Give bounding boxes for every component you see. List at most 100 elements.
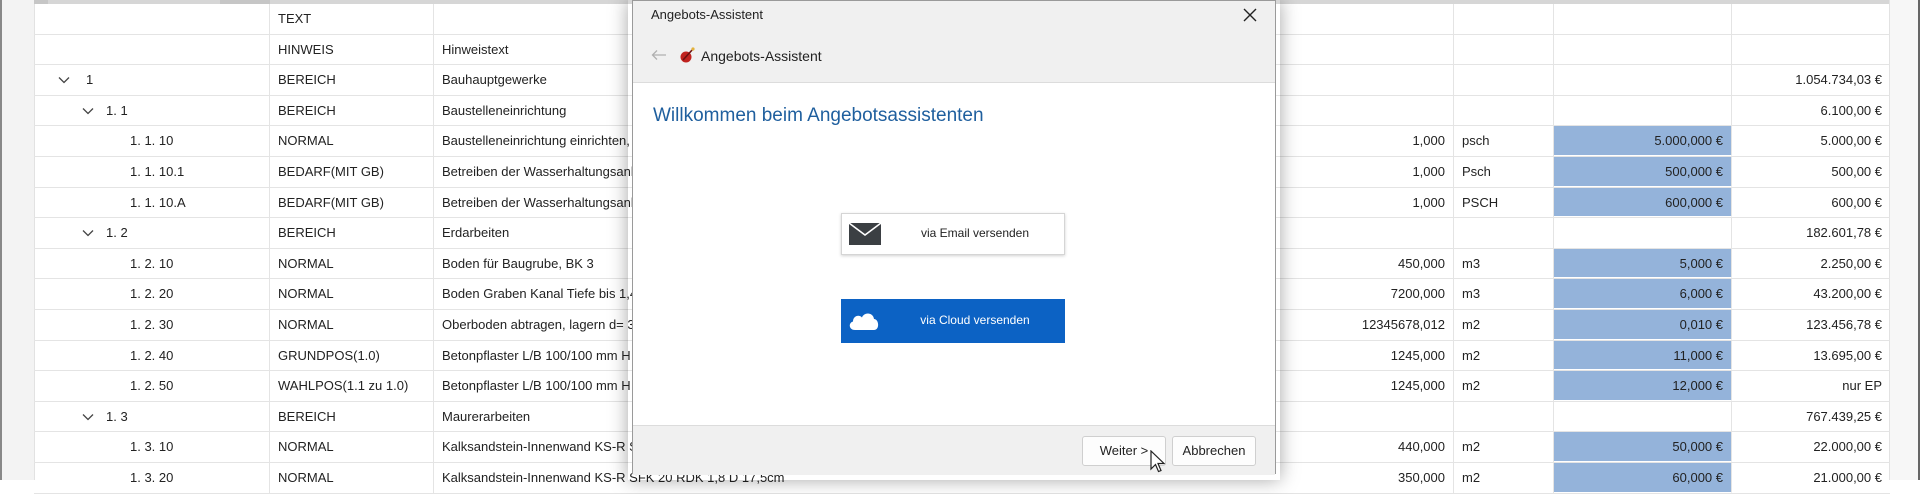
type-cell: NORMAL <box>270 126 434 156</box>
wizard-title: Angebots-Assistent <box>701 48 822 64</box>
total-price-cell: 21.000,00 € <box>1813 469 1882 485</box>
total-price-cell: 2.250,00 € <box>1820 255 1882 271</box>
position-number: 1 <box>86 72 94 88</box>
position-number: 1. 3. 20 <box>130 469 174 485</box>
position-number: 1. 3 <box>106 408 128 424</box>
dialog-window-title: Angebots-Assistent <box>651 7 764 22</box>
position-cell: 1. 2. 10 <box>34 248 270 279</box>
total-price-cell: 182.601,78 € <box>1806 225 1882 241</box>
unit-cell: m3 <box>1454 279 1554 309</box>
position-cell: 1. 2. 30 <box>34 309 270 340</box>
envelope-icon <box>848 222 882 245</box>
send-via-email-button[interactable]: via Email versenden <box>841 213 1065 255</box>
position-cell: 1. 1. 10 <box>34 126 270 156</box>
back-button[interactable] <box>647 45 671 65</box>
unit-cell: m2 <box>1454 432 1554 462</box>
total-price-cell: 5.000,00 € <box>1820 133 1882 149</box>
unit-price-cell <box>1554 34 1732 65</box>
unit-price-cell[interactable]: 50,000 € <box>1554 432 1732 462</box>
position-cell: 1. 2. 50 <box>34 371 270 401</box>
unit-price-cell[interactable]: 12,000 € <box>1554 371 1732 401</box>
unit-price-cell[interactable]: 0,010 € <box>1554 309 1732 340</box>
send-via-cloud-button[interactable]: via Cloud versenden <box>841 299 1065 343</box>
close-button[interactable] <box>1239 5 1261 25</box>
type-cell: NORMAL <box>270 462 434 493</box>
position-number: 1. 2. 50 <box>130 378 174 394</box>
position-cell: 1. 1. 10.1 <box>34 156 270 187</box>
unit-cell: m2 <box>1454 340 1554 371</box>
unit-price-cell[interactable]: 600,000 € <box>1554 187 1732 218</box>
type-cell: BEREICH <box>270 218 434 248</box>
mouse-pointer-icon <box>1150 450 1166 473</box>
total-price-cell: 500,00 € <box>1831 163 1882 179</box>
chevron-down-icon <box>82 413 94 420</box>
position-number: 1. 1 <box>106 102 128 118</box>
position-number: 1. 2. 20 <box>130 286 174 302</box>
unit-price-cell <box>1554 95 1732 126</box>
position-cell: 1. 2 <box>34 218 270 248</box>
unit-cell <box>1454 218 1554 248</box>
position-number: 1. 2. 10 <box>130 255 174 271</box>
unit-cell <box>1454 65 1554 95</box>
unit-price-cell[interactable]: 60,000 € <box>1554 462 1732 493</box>
type-cell: NORMAL <box>270 432 434 462</box>
unit-cell <box>1454 34 1554 65</box>
position-number: 1. 1. 10.1 <box>130 163 185 179</box>
position-cell: 1. 2. 20 <box>34 279 270 309</box>
unit-cell: m2 <box>1454 309 1554 340</box>
expand-toggle[interactable] <box>80 402 96 432</box>
unit-cell: PSCH <box>1454 187 1554 218</box>
unit-price-cell[interactable]: 500,000 € <box>1554 156 1732 187</box>
position-cell <box>34 34 270 65</box>
unit-price-cell <box>1554 218 1732 248</box>
expand-toggle[interactable] <box>80 218 96 248</box>
chevron-down-icon <box>58 77 70 84</box>
unit-cell <box>1454 95 1554 126</box>
unit-cell <box>1454 4 1554 34</box>
position-cell: 1. 3. 10 <box>34 432 270 462</box>
total-price-cell: 767.439,25 € <box>1806 408 1882 424</box>
type-cell: GRUNDPOS(1.0) <box>270 340 434 371</box>
total-price-cell: 13.695,00 € <box>1813 347 1882 363</box>
chevron-down-icon <box>82 229 94 237</box>
chevron-down-icon <box>82 107 94 114</box>
total-price-cell: 22.000,00 € <box>1813 439 1882 455</box>
offer-wizard-dialog: Angebots-Assistent Angebots-Assistent Wi… <box>632 0 1276 475</box>
wizard-logo-icon <box>680 47 695 63</box>
unit-price-cell[interactable]: 11,000 € <box>1554 340 1732 371</box>
unit-price-cell[interactable]: 5,000 € <box>1554 248 1732 279</box>
expand-toggle[interactable] <box>56 65 72 95</box>
expand-toggle[interactable] <box>80 96 96 126</box>
unit-cell: m3 <box>1454 248 1554 279</box>
cloud-icon <box>849 313 879 330</box>
unit-cell: psch <box>1454 126 1554 156</box>
total-price-cell: 6.100,00 € <box>1820 102 1882 118</box>
unit-cell: m2 <box>1454 371 1554 401</box>
unit-price-cell <box>1554 4 1732 34</box>
unit-price-cell[interactable]: 5.000,000 € <box>1554 126 1732 156</box>
unit-price-cell[interactable]: 6,000 € <box>1554 279 1732 309</box>
dialog-titlebar: Angebots-Assistent <box>633 1 1275 29</box>
type-cell: HINWEIS <box>270 34 434 65</box>
total-price-cell: 43.200,00 € <box>1813 286 1882 302</box>
type-cell: BEDARF(MIT GB) <box>270 187 434 218</box>
unit-cell: Psch <box>1454 156 1554 187</box>
position-cell: 1. 2. 40 <box>34 340 270 371</box>
position-number: 1. 2. 40 <box>130 347 174 363</box>
cancel-button[interactable]: Abbrechen <box>1172 436 1256 466</box>
position-number: 1. 2. 30 <box>130 316 174 332</box>
total-price-cell <box>1732 35 1890 65</box>
position-cell: 1 <box>34 65 270 95</box>
position-cell <box>34 4 270 34</box>
back-arrow-icon <box>651 50 666 60</box>
unit-cell: m2 <box>1454 462 1554 493</box>
position-number: 1. 2 <box>106 225 128 241</box>
type-cell: BEREICH <box>270 401 434 432</box>
position-number: 1. 1. 10.A <box>130 194 186 210</box>
welcome-heading: Willkommen beim Angebotsassistenten <box>653 105 984 126</box>
type-cell: BEDARF(MIT GB) <box>270 156 434 187</box>
position-cell: 1. 1. 10.A <box>34 187 270 218</box>
type-cell: NORMAL <box>270 248 434 279</box>
window-frame-left <box>0 0 35 480</box>
type-cell: NORMAL <box>270 279 434 309</box>
